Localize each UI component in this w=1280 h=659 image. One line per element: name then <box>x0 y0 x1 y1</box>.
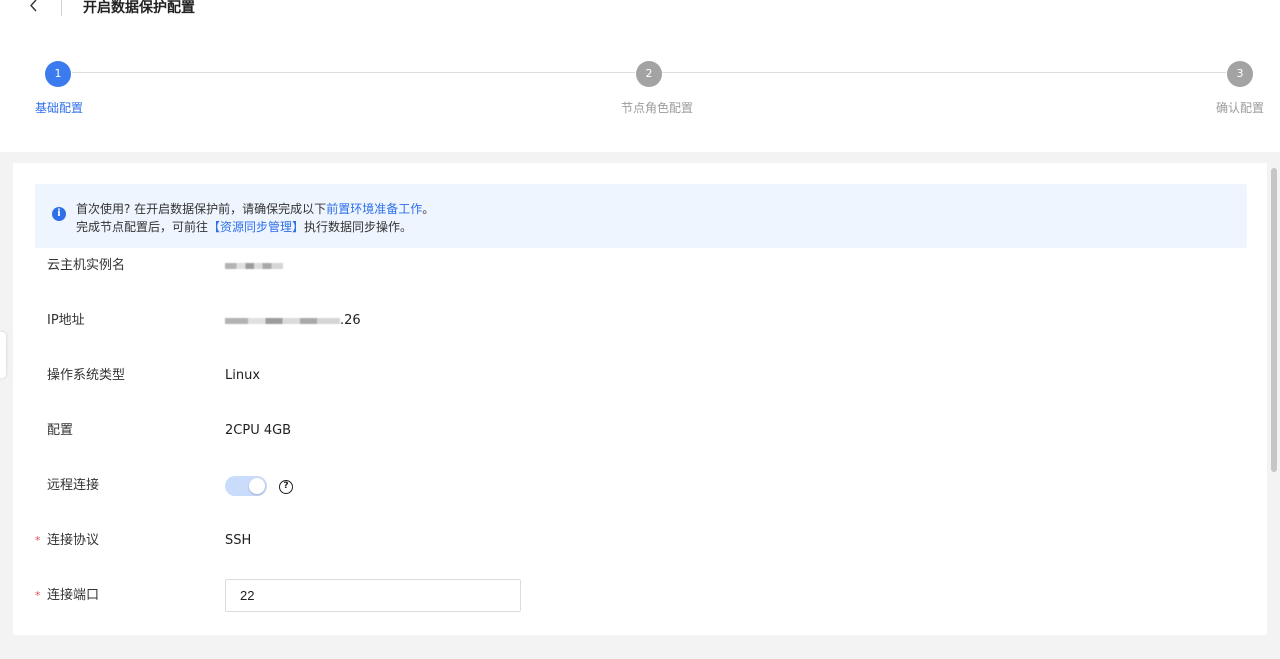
notice-text: 完成节点配置后，可前往 <box>76 220 209 234</box>
remote-connection-toggle[interactable] <box>225 476 267 496</box>
header-divider <box>61 0 62 16</box>
notice-line-1: 首次使用? 在开启数据保护前，请确保完成以下前置环境准备工作。 <box>76 201 434 217</box>
notice-text: 执行数据同步操作。 <box>304 220 413 234</box>
page-title: 开启数据保护配置 <box>83 0 195 16</box>
protocol-label: 连接协议 <box>47 533 100 548</box>
ip-suffix: .26 <box>340 313 361 328</box>
required-marker: * <box>35 534 41 547</box>
protocol-value: SSH <box>225 533 252 548</box>
info-icon: i <box>52 207 66 221</box>
scrollbar-thumb[interactable] <box>1271 168 1277 472</box>
step-2-circle: 2 <box>636 61 662 87</box>
required-marker: * <box>35 589 41 602</box>
instance-name-label: 云主机实例名 <box>47 258 126 273</box>
notice-text: 。 <box>422 202 435 216</box>
instance-name-value <box>225 257 283 275</box>
page-header: 开启数据保护配置 <box>0 0 1280 20</box>
step-3-label: 确认配置 <box>1216 101 1265 115</box>
notice-line-2: 完成节点配置后，可前往【资源同步管理】执行数据同步操作。 <box>76 219 412 235</box>
redacted-text <box>225 262 283 269</box>
spec-label: 配置 <box>47 423 74 438</box>
redacted-text <box>225 317 340 324</box>
step-2-label: 节点角色配置 <box>621 101 694 115</box>
chevron-left-icon <box>30 0 37 12</box>
port-input[interactable] <box>226 580 520 611</box>
step-1-label: 基础配置 <box>35 101 84 115</box>
os-type-value: Linux <box>225 368 261 383</box>
step-connector <box>662 72 1226 73</box>
remote-connection-label: 远程连接 <box>47 478 100 493</box>
ip-label: IP地址 <box>47 313 85 328</box>
step-3-circle: 3 <box>1227 61 1253 87</box>
spec-value: 2CPU 4GB <box>225 423 292 438</box>
back-button[interactable] <box>24 0 44 16</box>
ip-value: .26 <box>225 312 361 330</box>
port-label: 连接端口 <box>47 588 100 603</box>
side-collapse-handle[interactable] <box>0 332 6 378</box>
step-1-circle: 1 <box>45 61 71 87</box>
help-icon[interactable]: ? <box>279 480 293 494</box>
toggle-knob <box>249 478 265 494</box>
steps-bar: 1 基础配置 2 节点角色配置 3 确认配置 <box>0 50 1280 130</box>
notice-text: 首次使用? 在开启数据保护前，请确保完成以下 <box>76 202 327 216</box>
prerequisite-link[interactable]: 前置环境准备工作 <box>326 202 422 216</box>
step-connector <box>72 72 635 73</box>
os-type-label: 操作系统类型 <box>47 368 126 383</box>
port-input-wrapper <box>225 579 521 612</box>
resource-sync-link[interactable]: 【资源同步管理】 <box>208 220 304 234</box>
